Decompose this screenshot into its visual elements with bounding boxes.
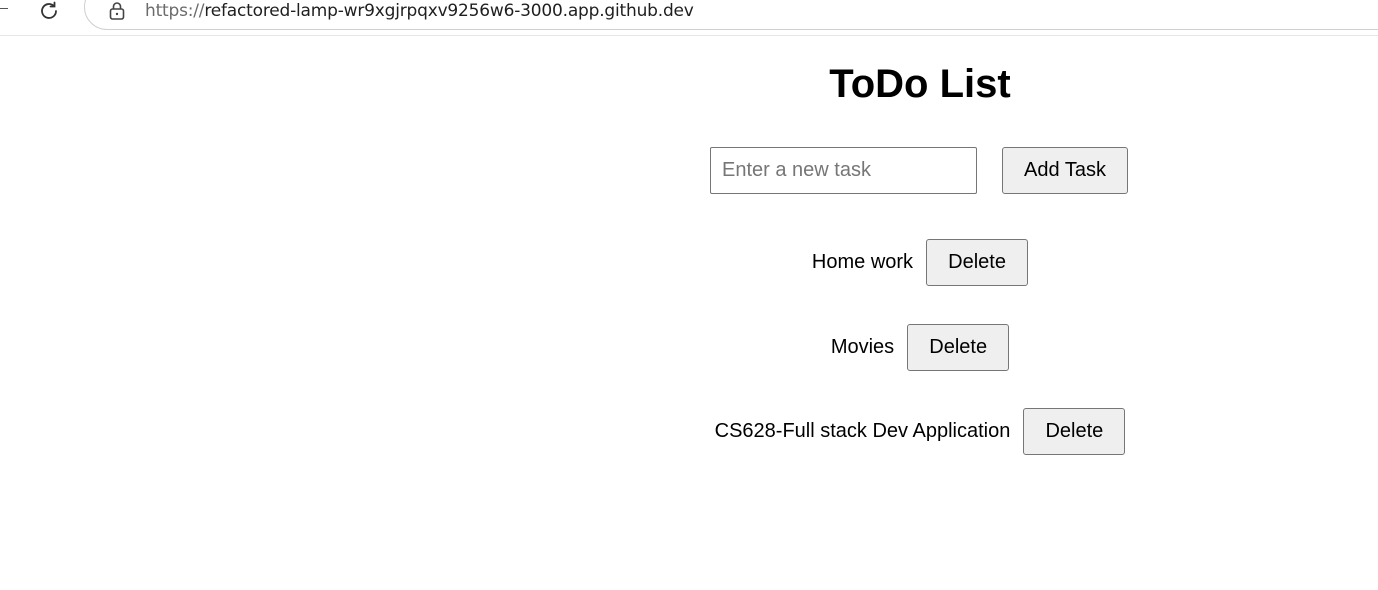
- reload-icon[interactable]: [34, 0, 64, 26]
- task-row: Movies Delete: [0, 324, 1378, 371]
- url-text[interactable]: https://refactored-lamp-wr9xgjrpqxv9256w…: [145, 1, 694, 21]
- url-host: refactored-lamp-wr9xgjrpqxv9256w6-3000.a…: [204, 1, 694, 21]
- task-row: Home work Delete: [0, 239, 1378, 286]
- delete-task-button[interactable]: Delete: [907, 324, 1010, 371]
- task-label: CS628-Full stack Dev Application: [714, 420, 1011, 442]
- lock-icon[interactable]: [108, 0, 126, 22]
- add-task-button[interactable]: Add Task: [1002, 147, 1128, 194]
- task-label: Home work: [811, 251, 914, 273]
- delete-task-button[interactable]: Delete: [1023, 408, 1126, 455]
- task-label: Movies: [830, 336, 895, 358]
- page-title: ToDo List: [829, 62, 1011, 106]
- back-button-edge[interactable]: [0, 8, 8, 9]
- new-task-input[interactable]: [710, 147, 977, 194]
- task-row: CS628-Full stack Dev Application Delete: [0, 408, 1378, 455]
- browser-toolbar: https://refactored-lamp-wr9xgjrpqxv9256w…: [0, 0, 1378, 36]
- url-scheme: https://: [145, 1, 205, 21]
- delete-task-button[interactable]: Delete: [926, 239, 1029, 286]
